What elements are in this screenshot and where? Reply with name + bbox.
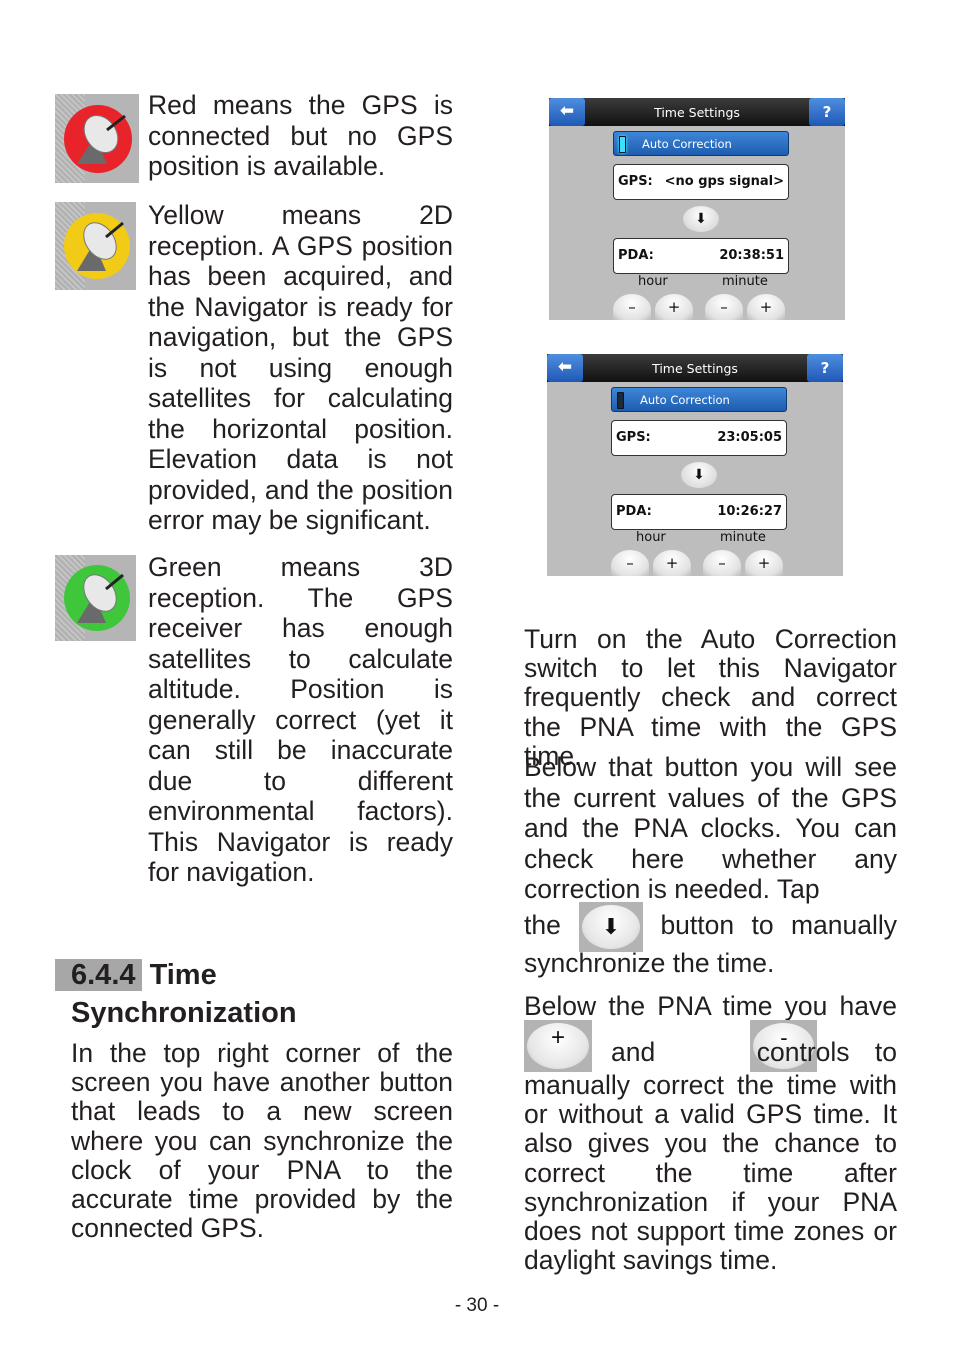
status-green-text: Green means 3D reception. The GPS receiv…	[148, 552, 453, 887]
section-heading: 6.4.4 Time Synchronization	[55, 956, 461, 1032]
gps-green-icon	[55, 555, 136, 641]
section-title-line1: Time	[149, 959, 217, 991]
gps-red-icon	[55, 94, 139, 183]
auto-correction-paragraph: Turn on the Auto Correction switch to le…	[524, 624, 897, 771]
gps-time-field: GPS: <no gps signal>	[613, 164, 789, 200]
gps-label: GPS:	[618, 174, 653, 189]
pda-value: 10:26:27	[717, 504, 782, 519]
hour-label: hour	[636, 530, 666, 545]
gps-value: 23:05:05	[717, 430, 782, 445]
sync-button-line: the ⬇ button to manually	[524, 902, 897, 952]
pda-label: PDA:	[618, 248, 654, 263]
time-settings-screenshot-2: ⬅ Time Settings ? Auto Correction GPS: 2…	[547, 354, 843, 576]
gps-value: <no gps signal>	[664, 174, 784, 189]
page-number: - 30 -	[454, 1295, 500, 1316]
down-arrow-icon: ⬇	[582, 905, 640, 949]
down-arrow-icon: ⬇	[695, 211, 707, 227]
toggle-indicator-on	[619, 136, 626, 153]
help-button[interactable]: ?	[809, 98, 845, 126]
minute-label: minute	[720, 530, 766, 545]
section-title-line2: Synchronization	[71, 997, 297, 1029]
hour-minus-button[interactable]: –	[611, 550, 649, 576]
pda-time-field: PDA: 20:38:51	[613, 238, 789, 274]
auto-correction-label: Auto Correction	[640, 393, 730, 407]
auto-correction-toggle[interactable]: Auto Correction	[613, 131, 789, 156]
gps-time-field: GPS: 23:05:05	[611, 420, 787, 456]
hour-label: hour	[638, 274, 668, 289]
text-controls-to: controls to	[756, 1037, 897, 1067]
minute-plus-button[interactable]: +	[747, 294, 785, 320]
section-number: 6.4.4	[55, 959, 142, 991]
minute-minus-button[interactable]: –	[705, 294, 743, 320]
synchronize-line: synchronize the time.	[524, 948, 775, 978]
inline-plus-button-image: +	[524, 1020, 592, 1072]
minute-minus-button[interactable]: –	[703, 550, 741, 576]
manual-correction-paragraph: manually correct the time with or withou…	[524, 1070, 897, 1276]
text-button-to-manually: button to manually	[660, 910, 897, 940]
text-the: the	[524, 910, 561, 940]
back-arrow-icon[interactable]: ⬅	[549, 98, 585, 126]
plus-minus-intro: Below the PNA time you have	[524, 991, 897, 1021]
screen-title: Time Settings	[654, 105, 740, 120]
gps-yellow-icon	[55, 202, 136, 290]
sync-button[interactable]: ⬇	[681, 462, 717, 488]
time-settings-screenshot-1: ⬅ Time Settings ? Auto Correction GPS: <…	[549, 98, 845, 320]
hour-plus-button[interactable]: +	[655, 294, 693, 320]
down-arrow-icon: ⬇	[693, 467, 705, 483]
back-arrow-icon[interactable]: ⬅	[547, 354, 583, 382]
text-and: and	[611, 1037, 656, 1067]
status-red-text: Red means the GPS is connected but no GP…	[148, 90, 453, 181]
help-button[interactable]: ?	[807, 354, 843, 382]
pda-time-field: PDA: 10:26:27	[611, 494, 787, 530]
section-body: In the top right corner of the screen yo…	[71, 1038, 453, 1244]
inline-sync-button-image: ⬇	[579, 902, 643, 952]
gps-label: GPS:	[616, 430, 651, 445]
auto-correction-label: Auto Correction	[642, 137, 732, 151]
screen-title: Time Settings	[652, 361, 738, 376]
hour-minus-button[interactable]: –	[613, 294, 651, 320]
sync-button[interactable]: ⬇	[683, 206, 719, 232]
plus-icon: +	[527, 1023, 589, 1069]
clock-values-paragraph: Below that button you will see the curre…	[524, 752, 897, 904]
toggle-indicator-off	[617, 392, 624, 409]
minute-label: minute	[722, 274, 768, 289]
plus-minus-line: + and - controls to	[524, 1020, 897, 1074]
pda-label: PDA:	[616, 504, 652, 519]
minute-plus-button[interactable]: +	[745, 550, 783, 576]
pda-value: 20:38:51	[719, 248, 784, 263]
auto-correction-toggle[interactable]: Auto Correction	[611, 387, 787, 412]
hour-plus-button[interactable]: +	[653, 550, 691, 576]
status-yellow-text: Yellow means 2D reception. A GPS positio…	[148, 200, 453, 535]
